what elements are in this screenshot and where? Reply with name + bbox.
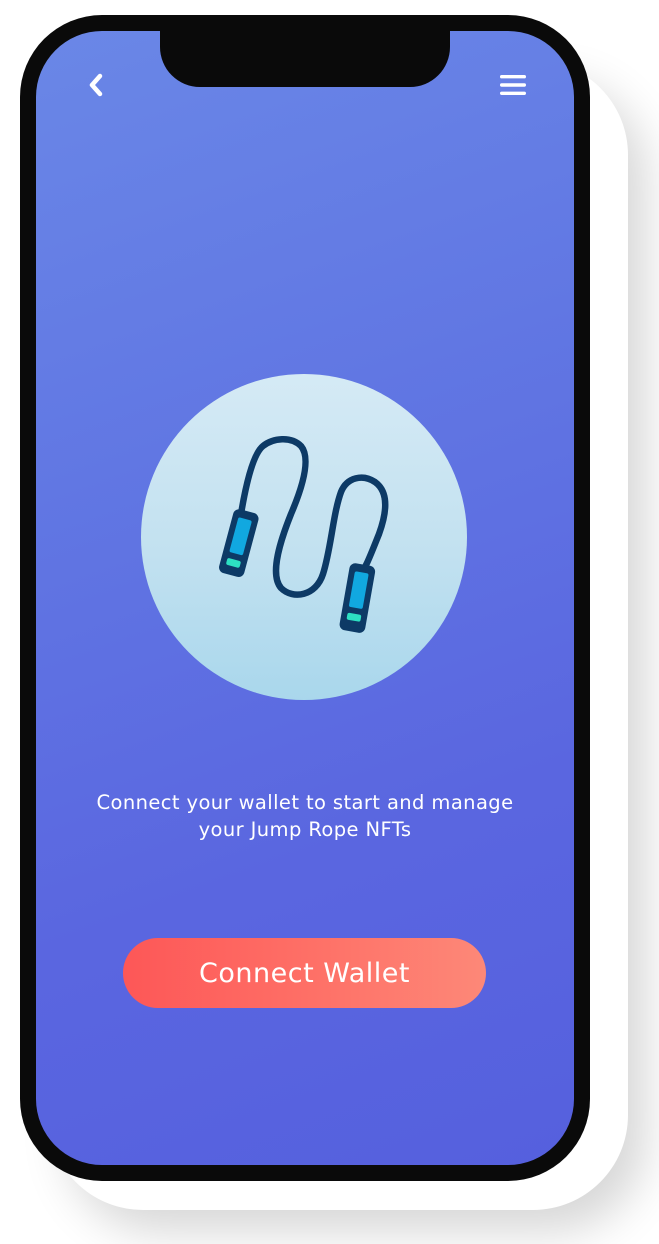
message-line-2: your Jump Rope NFTs <box>198 818 412 841</box>
hamburger-menu-icon <box>500 75 526 95</box>
phone-notch <box>160 15 450 87</box>
message-line-1: Connect your wallet to start and manage <box>96 791 514 814</box>
back-button[interactable] <box>80 68 112 102</box>
jump-rope-icon <box>219 436 389 633</box>
connect-wallet-button-label: Connect Wallet <box>199 957 410 989</box>
illustration-circle <box>141 374 467 700</box>
connect-wallet-message: Connect your wallet to start and manage … <box>36 789 574 843</box>
connect-wallet-button[interactable]: Connect Wallet <box>123 938 486 1008</box>
chevron-left-icon <box>89 73 103 97</box>
menu-button[interactable] <box>495 68 531 102</box>
